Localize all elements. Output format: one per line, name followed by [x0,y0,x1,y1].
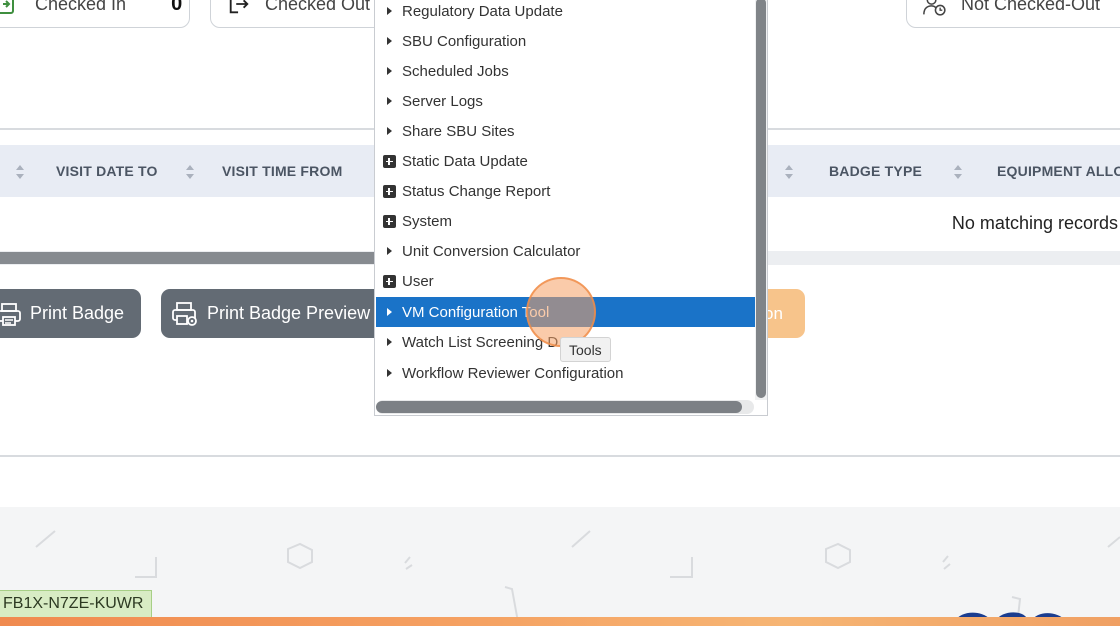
menu-item-sbu-configuration[interactable]: SBU Configuration [376,26,755,56]
expand-triangle-icon [376,7,402,15]
checked-in-card[interactable]: Checked In 0 [0,0,190,28]
printer-icon [0,301,22,327]
col-equipment-allocation[interactable]: EQUIPMENT ALLO [997,145,1120,197]
printer-settings-icon [171,300,199,328]
checked-in-label: Checked In [35,0,127,14]
sort-icon[interactable] [15,163,25,181]
menu-item-label: User [402,272,434,290]
menu-item-label: Workflow Reviewer Configuration [402,364,624,382]
sort-icon[interactable] [953,163,963,181]
expand-triangle-icon [376,338,402,346]
expand-triangle-icon [376,37,402,45]
plus-square-icon [376,154,402,168]
checked-in-count: 0 [171,0,183,15]
user-clock-icon [923,0,947,16]
menu-item-label: Regulatory Data Update [402,2,563,20]
print-badge-preview-label: Print Badge Preview [207,303,371,323]
sort-icon[interactable] [185,163,195,181]
plus-square-icon [376,274,402,288]
menu-item-scheduled-jobs[interactable]: Scheduled Jobs [376,56,755,86]
not-checked-out-label: Not Checked-Out [961,0,1101,14]
menu-item-workflow-reviewer-configuration[interactable]: Workflow Reviewer Configuration [376,358,755,388]
expand-triangle-icon [376,369,402,377]
menu-item-label: Unit Conversion Calculator [402,242,581,260]
checked-out-label: Checked Out [265,0,371,14]
menu-item-unit-conversion-calculator[interactable]: Unit Conversion Calculator [376,236,755,266]
menu-item-label: System [402,212,453,230]
col-badge-type[interactable]: BADGE TYPE [829,145,922,197]
menu-item-server-logs[interactable]: Server Logs [376,86,755,116]
menu-item-label: Share SBU Sites [402,122,515,140]
print-badge-button[interactable]: Print Badge [0,289,141,338]
col-visit-time-from[interactable]: VISIT TIME FROM [222,145,342,197]
content-divider [0,455,1120,457]
menu-item-share-sbu-sites[interactable]: Share SBU Sites [376,116,755,146]
session-code-badge: FB1X-N7ZE-KUWR [0,590,153,618]
menu-horizontal-scrollbar-thumb[interactable] [376,401,742,413]
expand-triangle-icon [376,127,402,135]
plus-square-icon [376,214,402,228]
menu-item-system[interactable]: System [376,206,755,236]
menu-vertical-scrollbar-thumb[interactable] [756,0,766,398]
expand-triangle-icon [376,67,402,75]
col-visit-date-to[interactable]: VISIT DATE TO [56,145,158,197]
tooltip: Tools [560,337,611,362]
menu-item-label: Status Change Report [402,182,551,200]
print-badge-label: Print Badge [30,303,125,323]
menu-item-status-change-report[interactable]: Status Change Report [376,176,755,206]
menu-item-static-data-update[interactable]: Static Data Update [376,146,755,176]
print-badge-preview-button[interactable]: Print Badge Preview [161,289,391,338]
expand-triangle-icon [376,97,402,105]
menu-item-label: Static Data Update [402,152,528,170]
menu-item-label: Scheduled Jobs [402,62,509,80]
menu-item-label: SBU Configuration [402,32,527,50]
menu-item-label: Server Logs [402,92,483,110]
plus-square-icon [376,184,402,198]
expand-triangle-icon [376,308,402,316]
expand-triangle-icon [376,247,402,255]
check-in-icon [0,0,19,16]
menu-item-regulatory-data-update[interactable]: Regulatory Data Update [376,0,755,26]
bottom-accent-bar [0,617,1120,626]
check-out-icon [227,0,251,16]
sort-icon[interactable] [784,163,794,181]
page: Checked In 0 Checked Out Not Checked-Out… [0,0,1120,626]
not-checked-out-card[interactable]: Not Checked-Out [906,0,1120,28]
empty-table-message: No matching records [951,213,1118,233]
